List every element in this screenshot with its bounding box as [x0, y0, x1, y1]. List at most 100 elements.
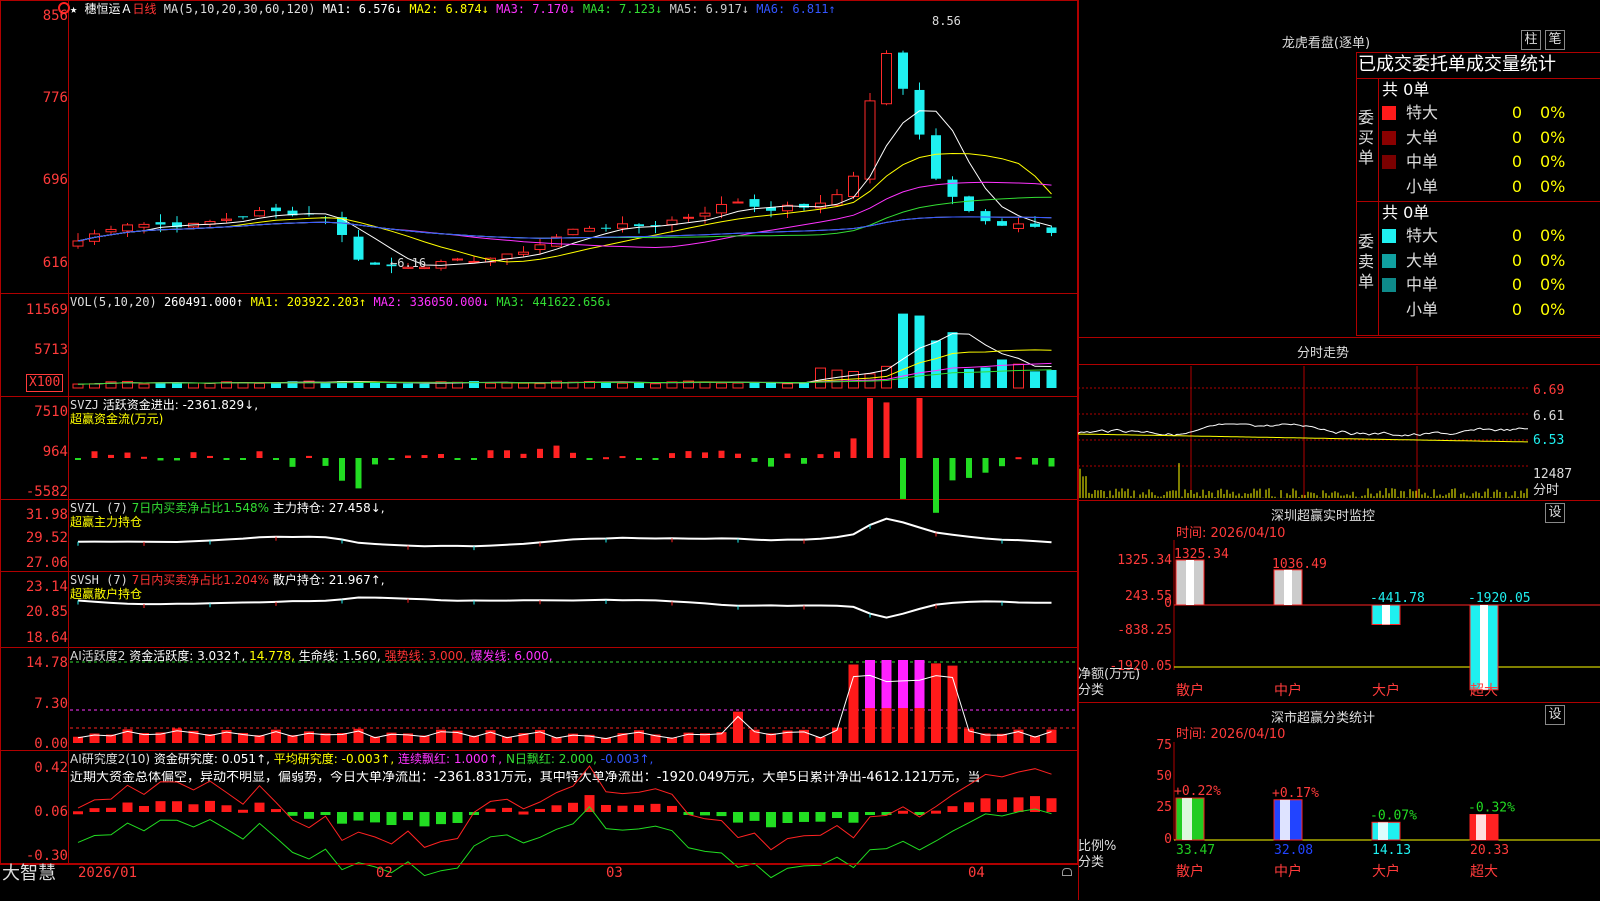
monitor-settings-button[interactable]: 设 [1545, 503, 1565, 523]
candle-body [567, 228, 579, 236]
monitor-bar-value: 1325.34 [1174, 547, 1229, 562]
vol-unit-box: X100 [26, 374, 64, 392]
order-count: 0 [1511, 152, 1522, 171]
flow-bar [124, 452, 131, 458]
research-bar [518, 811, 529, 815]
flow-bar [108, 454, 114, 458]
activity-peak-bar [898, 660, 908, 708]
svzl-axis-1: 31.98 [25, 507, 68, 523]
retail-holding-chart[interactable] [70, 572, 1076, 647]
monitor-category: 中户 [1274, 682, 1302, 699]
research-bar [584, 795, 595, 812]
research-bar [617, 805, 628, 812]
flow-bar [223, 458, 230, 460]
stats-title-divider [1356, 78, 1600, 79]
research-bar [1013, 797, 1024, 812]
order-count: 0 [1511, 103, 1522, 122]
ma4-value: MA4: 7.123↓ [582, 2, 663, 16]
intraday-chart[interactable] [1077, 366, 1530, 500]
main-holding-chart[interactable] [70, 500, 1076, 570]
svzl-axis-2: 29.52 [25, 530, 68, 546]
candlestick-chart[interactable] [70, 20, 1076, 290]
order-count: 0 [1511, 250, 1522, 270]
flow-bar [273, 458, 279, 460]
brand-label[interactable]: 大智慧 [2, 864, 56, 884]
buy-sell-divider [1356, 201, 1600, 202]
research-bar [947, 806, 958, 812]
research-bar [535, 808, 545, 812]
research-bar [73, 811, 83, 815]
ma10-line [77, 152, 1052, 263]
ai-activity-chart[interactable] [70, 648, 1076, 748]
flow-bar [240, 458, 246, 460]
flow-bar [157, 458, 164, 461]
volume-bar [501, 382, 513, 389]
order-percent: 0% [1540, 152, 1566, 171]
research-bar [980, 798, 991, 812]
ai-research-chart[interactable] [70, 752, 1076, 879]
pen-view-button[interactable]: 笔 [1545, 30, 1565, 50]
candle-body [452, 258, 463, 261]
candle-body [468, 260, 480, 263]
vol-axis-2: 5713 [34, 342, 68, 358]
star-icon[interactable]: ★ [70, 2, 77, 16]
candle-body [881, 53, 892, 105]
candle-body [1013, 223, 1024, 229]
order-color-swatch [1382, 229, 1396, 243]
date-label-3: 03 [606, 865, 623, 881]
period-label[interactable]: 日线 [132, 2, 156, 16]
flow-bar [850, 438, 857, 458]
class-category: 散户 [1176, 863, 1204, 880]
volume-bar [766, 382, 776, 388]
research-bar [304, 812, 314, 819]
main-holding-line [77, 517, 1052, 548]
research-bar [172, 801, 182, 812]
flow-bar [1015, 457, 1022, 460]
candle-body [799, 203, 809, 208]
research-bar [601, 804, 611, 812]
order-size-label: 特大 [1406, 226, 1439, 245]
research-bar [766, 812, 776, 828]
class-settings-button[interactable]: 设 [1545, 705, 1565, 725]
volume-bar [848, 371, 859, 389]
research-bar [287, 812, 298, 816]
high-annotation: 8.56 [932, 14, 961, 28]
fund-flow-chart[interactable] [70, 398, 1076, 513]
order-count: 0 [1511, 275, 1522, 294]
research-bar [551, 805, 562, 812]
lock-icon[interactable] [1062, 868, 1072, 876]
flow-bar [256, 451, 263, 458]
order-color-swatch [1382, 106, 1396, 120]
order-percent: 0% [1540, 103, 1566, 122]
volume-bar [634, 382, 644, 388]
candle-body [254, 210, 265, 217]
monitor-bar-highlight [1382, 605, 1390, 625]
monitor-time: 时间: 2026/04/10 [1176, 526, 1286, 541]
research-bar [733, 812, 743, 823]
flow-bar [570, 452, 576, 458]
stock-name: 穗恒运Ａ [84, 2, 133, 16]
volume-chart[interactable] [70, 300, 1076, 392]
monitor-bar-chart[interactable]: 1325.34 散户 1036.49 中户 -441.78 大户 -1920.05 超大 [1078, 540, 1600, 700]
research-bar [155, 801, 166, 812]
research-bar [667, 805, 677, 812]
monitor-divider [1078, 500, 1600, 501]
volume-bar [188, 382, 199, 389]
flow-bar [289, 458, 296, 467]
class-category: 超大 [1470, 864, 1498, 880]
flow-bar [702, 452, 708, 458]
research-bar [271, 809, 281, 813]
volume-bar [815, 367, 826, 389]
order-size-label: 特大 [1406, 103, 1439, 122]
side-divider [1378, 78, 1379, 336]
candle-body [997, 221, 1007, 226]
class-time: 时间: 2026/04/10 [1176, 727, 1286, 742]
column-view-button[interactable]: 柱 [1521, 30, 1541, 50]
volume-bar [914, 315, 925, 388]
research-bar [650, 803, 661, 812]
class-bar-chart[interactable]: +0.22% 33.47 散户 +0.17% 32.08 中户 -0.07% 14.13 大户 -… [1078, 742, 1600, 900]
research-bar [205, 800, 215, 812]
flow-bar [174, 458, 180, 461]
order-percent: 0% [1540, 226, 1566, 245]
flow-bar [537, 448, 543, 458]
